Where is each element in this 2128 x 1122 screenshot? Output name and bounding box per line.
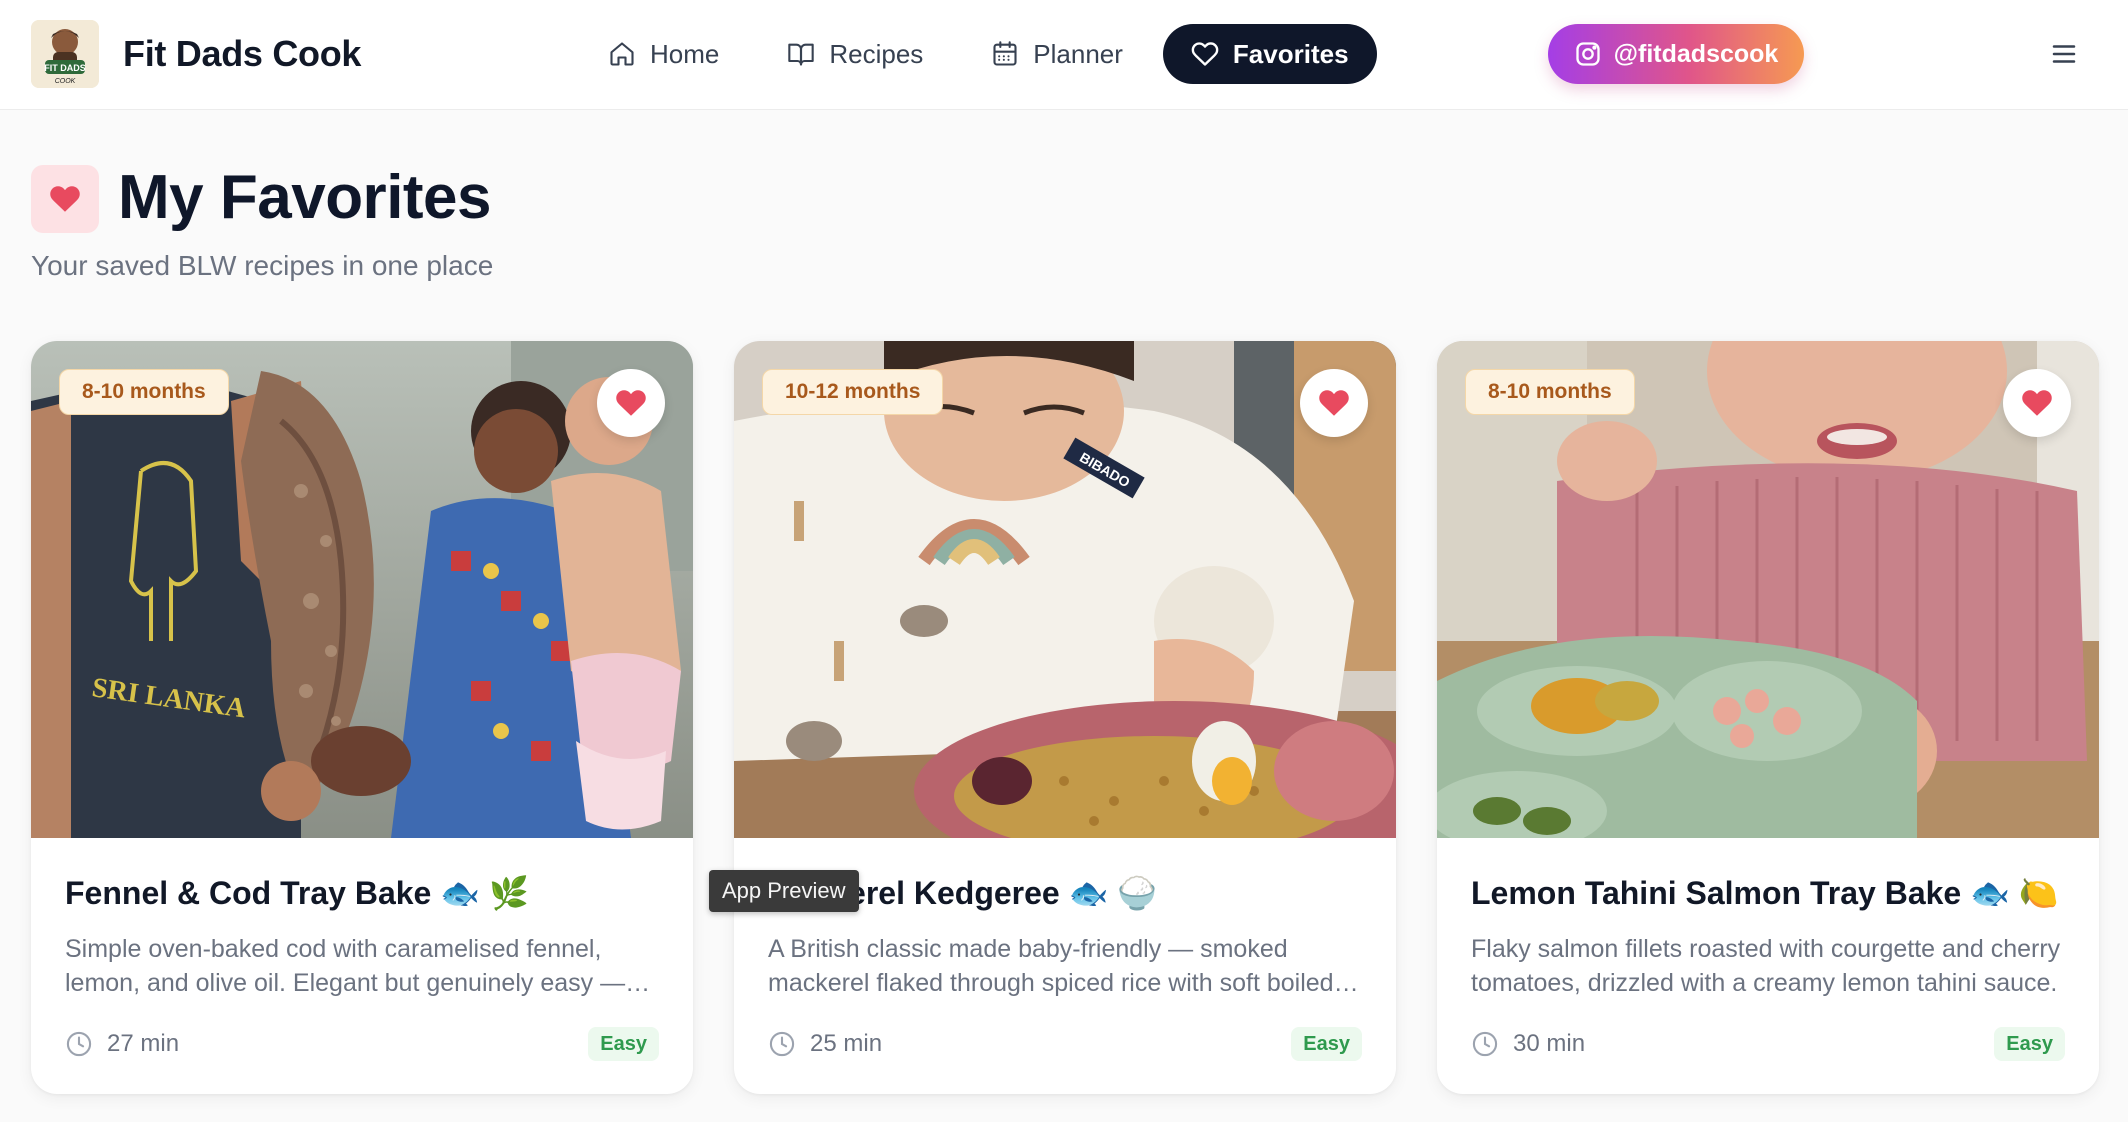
- nav-recipes[interactable]: Recipes: [759, 24, 951, 84]
- hamburger-menu-button[interactable]: [2048, 38, 2080, 70]
- book-icon: [788, 43, 815, 66]
- nav-home-label: Home: [650, 38, 720, 69]
- top-navbar: FIT DADS COOK Fit Dads Cook Home Recipes…: [0, 0, 2128, 110]
- cook-time: 30 min: [1471, 1030, 1585, 1058]
- favorites-heart-badge: [31, 165, 99, 233]
- age-badge: 8-10 months: [59, 369, 229, 415]
- heart-icon: [1191, 42, 1219, 66]
- page-subtitle: Your saved BLW recipes in one place: [31, 250, 494, 281]
- recipe-photo: BIBADO: [734, 341, 1396, 838]
- instagram-icon: [1575, 42, 1600, 66]
- recipe-photo: [1437, 341, 2099, 838]
- age-badge: 8-10 months: [1465, 369, 1635, 415]
- recipe-description: Simple oven-baked cod with caramelised f…: [65, 935, 626, 997]
- recipe-card[interactable]: BIBADO 10-12 months Mackerel Kedgeree 🐟 …: [734, 341, 1396, 1094]
- main-nav: Home Recipes Planner Favorites: [580, 24, 1389, 84]
- heart-icon: [50, 186, 80, 212]
- heart-filled-icon: [616, 390, 646, 416]
- recipe-meta: 27 min Easy: [65, 1024, 659, 1064]
- unfavorite-button[interactable]: [597, 369, 665, 437]
- cook-time-label: 30 min: [1513, 1030, 1586, 1057]
- nav-recipes-label: Recipes: [829, 38, 924, 69]
- nav-planner-label: Planner: [1033, 38, 1123, 69]
- recipe-meta: 25 min Easy: [768, 1024, 1362, 1064]
- nav-favorites[interactable]: Favorites: [1162, 24, 1377, 84]
- cook-time-label: 27 min: [107, 1030, 180, 1057]
- calendar-icon: [993, 41, 1017, 66]
- instagram-handle: @fitdadscook: [1613, 39, 1779, 68]
- heart-filled-icon: [1319, 390, 1349, 416]
- brand-title: Fit Dads Cook: [123, 33, 362, 74]
- cook-time: 25 min: [768, 1030, 882, 1058]
- home-icon: [610, 42, 634, 66]
- recipe-meta: 30 min Easy: [1471, 1024, 2065, 1064]
- recipe-title[interactable]: Fennel & Cod Tray Bake 🐟 🌿: [65, 874, 665, 912]
- instagram-button[interactable]: @fitdadscook: [1548, 24, 1804, 84]
- nav-home[interactable]: Home: [580, 24, 747, 84]
- brand-link[interactable]: FIT DADS COOK Fit Dads Cook: [31, 20, 361, 88]
- cook-time-label: 25 min: [810, 1030, 883, 1057]
- age-badge: 10-12 months: [762, 369, 944, 415]
- recipe-title[interactable]: Lemon Tahini Salmon Tray Bake 🐟 🍋: [1471, 874, 2071, 912]
- clock-icon: [769, 1031, 795, 1057]
- recipe-description: A British classic made baby-friendly — s…: [768, 935, 1334, 997]
- nav-planner[interactable]: Planner: [963, 24, 1151, 84]
- recipe-card[interactable]: 8-10 months Lemon Tahini Salmon Tray Bak…: [1437, 341, 2099, 1094]
- heart-filled-icon: [2022, 390, 2052, 416]
- difficulty-badge: Easy: [588, 1027, 659, 1061]
- menu-icon: [2052, 45, 2076, 63]
- unfavorite-button[interactable]: [2003, 369, 2071, 437]
- brand-logo: FIT DADS COOK: [31, 20, 99, 88]
- logo-text-top: FIT DADS: [44, 63, 86, 73]
- clock-icon: [66, 1031, 92, 1057]
- difficulty-badge: Easy: [1994, 1027, 2065, 1061]
- unfavorite-button[interactable]: [1300, 369, 1368, 437]
- recipe-description: Flaky salmon fillets roasted with courge…: [1471, 935, 2061, 997]
- clock-icon: [1472, 1031, 1498, 1057]
- page-title: My Favorites: [118, 163, 492, 232]
- difficulty-badge: Easy: [1291, 1027, 1362, 1061]
- recipe-photo: SRI LANKA: [31, 341, 693, 838]
- cook-time: 27 min: [65, 1030, 179, 1058]
- nav-favorites-label: Favorites: [1232, 38, 1349, 69]
- app-preview-tooltip: App Preview: [709, 870, 859, 912]
- logo-text-bottom: COOK: [55, 78, 76, 85]
- recipe-card[interactable]: SRI LANKA 8-10 months Fennel & Cod Tray …: [31, 341, 693, 1094]
